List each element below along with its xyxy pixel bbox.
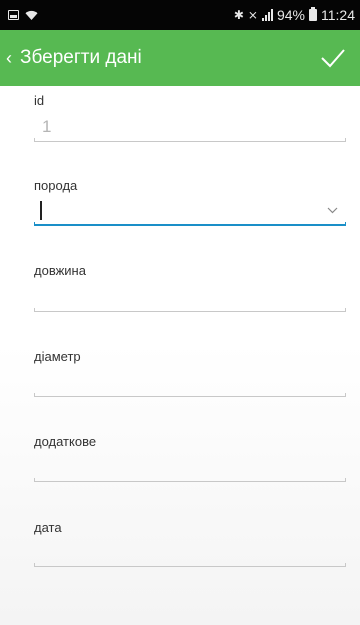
toolbar-title: Зберегти дані — [20, 47, 142, 68]
chevron-down-icon[interactable] — [327, 207, 338, 214]
screen: ✱ ⨯ 94% 11:24 ‹ Зберегти дані id 1 пород… — [0, 0, 360, 625]
check-icon[interactable] — [320, 45, 346, 71]
field-extra-label: додаткове — [34, 434, 97, 449]
field-id-label: id — [34, 93, 45, 108]
clock: 11:24 — [321, 7, 355, 23]
field-breed-label: порода — [34, 178, 78, 193]
bluetooth-icon: ✱ — [233, 8, 244, 22]
field-diameter-input[interactable] — [34, 393, 346, 397]
field-extra-input[interactable] — [34, 478, 346, 482]
field-id-value: 1 — [42, 117, 52, 136]
battery-icon — [309, 7, 317, 21]
app-toolbar: ‹ Зберегти дані — [0, 30, 360, 86]
status-bar-left — [8, 10, 38, 21]
text-cursor — [40, 201, 42, 220]
field-breed-input[interactable] — [34, 222, 346, 226]
field-date-label: дата — [34, 520, 62, 535]
field-diameter-label: діаметр — [34, 349, 81, 364]
mute-icon: ⨯ — [247, 8, 258, 22]
field-id-input — [34, 138, 346, 142]
wifi-icon — [25, 10, 38, 20]
signal-icon — [261, 9, 273, 21]
field-length-label: довжина — [34, 263, 86, 278]
chevron-left-icon[interactable]: ‹ — [2, 48, 16, 69]
battery-percent: 94% — [276, 7, 305, 23]
status-bar-right: ✱ ⨯ 94% 11:24 — [234, 7, 355, 23]
field-length-input[interactable] — [34, 308, 346, 312]
field-date-input[interactable] — [34, 563, 346, 567]
gallery-icon — [8, 10, 19, 20]
status-bar: ✱ ⨯ 94% 11:24 — [0, 0, 360, 30]
